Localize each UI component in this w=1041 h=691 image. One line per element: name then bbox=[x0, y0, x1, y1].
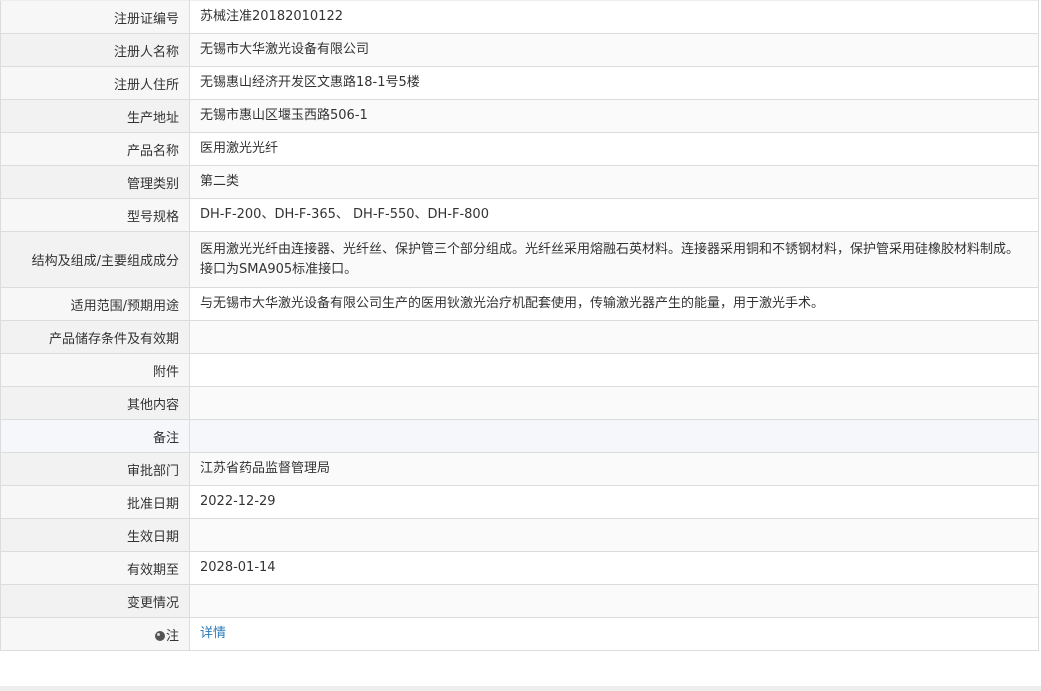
field-value bbox=[189, 419, 1039, 453]
field-label: 结构及组成/主要组成成分 bbox=[0, 231, 190, 288]
field-label: 其他内容 bbox=[0, 386, 190, 420]
row-production-address: 生产地址 无锡市惠山区堰玉西路506-1 bbox=[0, 99, 1039, 133]
field-label: 备注 bbox=[0, 419, 190, 453]
row-storage-validity: 产品储存条件及有效期 bbox=[0, 320, 1039, 354]
field-label: 变更情况 bbox=[0, 584, 190, 618]
field-value: 无锡市大华激光设备有限公司 bbox=[189, 33, 1039, 67]
field-value bbox=[189, 518, 1039, 552]
field-label: 管理类别 bbox=[0, 165, 190, 199]
field-label: 产品名称 bbox=[0, 132, 190, 166]
row-approval-date: 批准日期 2022-12-29 bbox=[0, 485, 1039, 519]
row-change-status: 变更情况 bbox=[0, 584, 1039, 618]
registration-detail-table: 注册证编号 苏械注准20182010122 注册人名称 无锡市大华激光设备有限公… bbox=[0, 0, 1039, 651]
row-registration-number: 注册证编号 苏械注准20182010122 bbox=[0, 0, 1039, 34]
field-label: 产品储存条件及有效期 bbox=[0, 320, 190, 354]
note-value-cell: 详情 bbox=[189, 617, 1039, 651]
field-label: 附件 bbox=[0, 353, 190, 387]
field-label: 生产地址 bbox=[0, 99, 190, 133]
row-model-spec: 型号规格 DH-F-200、DH-F-365、 DH-F-550、DH-F-80… bbox=[0, 198, 1039, 232]
row-effective-date: 生效日期 bbox=[0, 518, 1039, 552]
row-registrant-name: 注册人名称 无锡市大华激光设备有限公司 bbox=[0, 33, 1039, 67]
row-approval-department: 审批部门 江苏省药品监督管理局 bbox=[0, 452, 1039, 486]
field-value: 苏械注准20182010122 bbox=[189, 0, 1039, 34]
field-value: 2028-01-14 bbox=[189, 551, 1039, 585]
field-value: 与无锡市大华激光设备有限公司生产的医用钬激光治疗机配套使用，传输激光器产生的能量… bbox=[189, 287, 1039, 321]
note-label-cell: 注 bbox=[0, 617, 190, 651]
field-value: 无锡市惠山区堰玉西路506-1 bbox=[189, 99, 1039, 133]
bottom-strip bbox=[0, 686, 1041, 691]
field-label: 适用范围/预期用途 bbox=[0, 287, 190, 321]
field-value: 医用激光光纤 bbox=[189, 132, 1039, 166]
field-value bbox=[189, 386, 1039, 420]
row-valid-until: 有效期至 2028-01-14 bbox=[0, 551, 1039, 585]
row-registrant-address: 注册人住所 无锡惠山经济开发区文惠路18-1号5楼 bbox=[0, 66, 1039, 100]
row-note: 注 详情 bbox=[0, 617, 1039, 651]
field-value: 医用激光光纤由连接器、光纤丝、保护管三个部分组成。光纤丝采用熔融石英材料。连接器… bbox=[189, 231, 1039, 288]
field-value: 江苏省药品监督管理局 bbox=[189, 452, 1039, 486]
field-value bbox=[189, 353, 1039, 387]
note-label: 注 bbox=[165, 628, 179, 644]
field-label: 注册证编号 bbox=[0, 0, 190, 34]
field-label: 批准日期 bbox=[0, 485, 190, 519]
field-label: 有效期至 bbox=[0, 551, 190, 585]
row-structure-composition: 结构及组成/主要组成成分 医用激光光纤由连接器、光纤丝、保护管三个部分组成。光纤… bbox=[0, 231, 1039, 288]
row-other-content: 其他内容 bbox=[0, 386, 1039, 420]
field-label: 审批部门 bbox=[0, 452, 190, 486]
pin-icon bbox=[154, 630, 165, 641]
details-link[interactable]: 详情 bbox=[200, 626, 226, 641]
field-value: DH-F-200、DH-F-365、 DH-F-550、DH-F-800 bbox=[189, 198, 1039, 232]
field-value bbox=[189, 320, 1039, 354]
row-remarks: 备注 bbox=[0, 419, 1039, 453]
row-intended-use: 适用范围/预期用途 与无锡市大华激光设备有限公司生产的医用钬激光治疗机配套使用，… bbox=[0, 287, 1039, 321]
field-label: 生效日期 bbox=[0, 518, 190, 552]
field-value bbox=[189, 584, 1039, 618]
field-label: 注册人名称 bbox=[0, 33, 190, 67]
row-management-category: 管理类别 第二类 bbox=[0, 165, 1039, 199]
field-value: 第二类 bbox=[189, 165, 1039, 199]
row-product-name: 产品名称 医用激光光纤 bbox=[0, 132, 1039, 166]
field-label: 注册人住所 bbox=[0, 66, 190, 100]
field-value: 无锡惠山经济开发区文惠路18-1号5楼 bbox=[189, 66, 1039, 100]
field-value: 2022-12-29 bbox=[189, 485, 1039, 519]
row-attachment: 附件 bbox=[0, 353, 1039, 387]
field-label: 型号规格 bbox=[0, 198, 190, 232]
